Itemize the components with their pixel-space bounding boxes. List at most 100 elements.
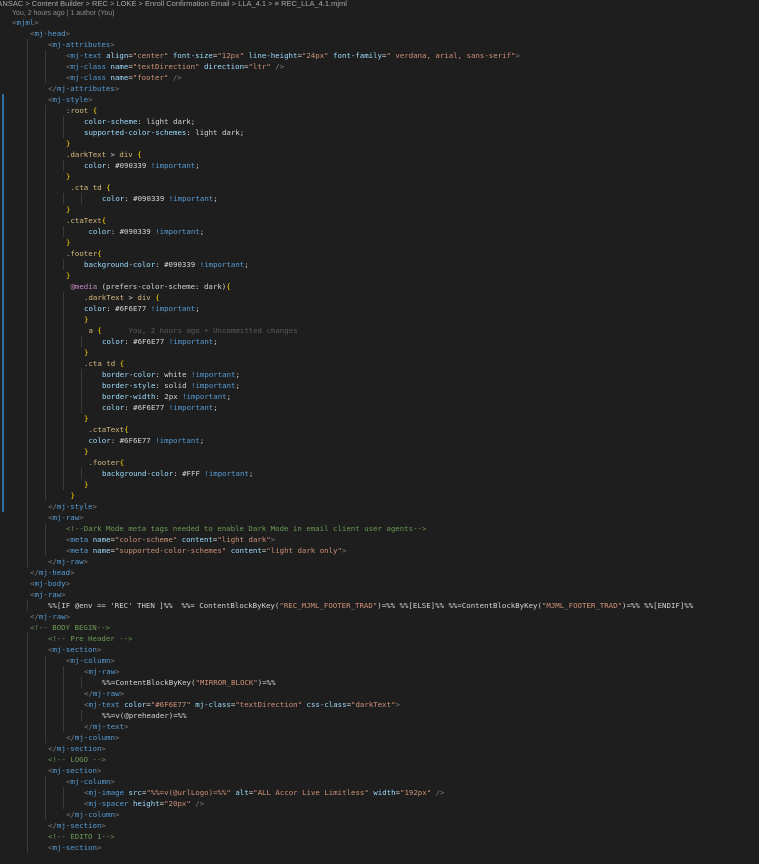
code-line[interactable]: <mj-class name="textDirection" direction…: [0, 61, 759, 72]
git-change-marker[interactable]: [2, 292, 4, 303]
git-change-marker[interactable]: [2, 413, 4, 424]
code-line[interactable]: color-scheme: light dark;: [0, 116, 759, 127]
git-change-marker[interactable]: [2, 281, 4, 292]
code-line[interactable]: <mj-raw>: [0, 512, 759, 523]
git-change-marker[interactable]: [2, 171, 4, 182]
git-change-marker[interactable]: [2, 105, 4, 116]
code-line[interactable]: </mj-attributes>: [0, 83, 759, 94]
code-line[interactable]: border-style: solid !important;: [0, 380, 759, 391]
git-change-marker[interactable]: [2, 226, 4, 237]
code-line[interactable]: <!--Dark Mode meta tags needed to enable…: [0, 523, 759, 534]
git-change-marker[interactable]: [2, 325, 4, 336]
git-change-marker[interactable]: [2, 424, 4, 435]
git-change-marker[interactable]: [2, 314, 4, 325]
code-line[interactable]: <meta name="color-scheme" content="light…: [0, 534, 759, 545]
code-line[interactable]: }: [0, 138, 759, 149]
git-change-marker[interactable]: [2, 160, 4, 171]
code-line[interactable]: .darkText > div {: [0, 292, 759, 303]
code-line[interactable]: }: [0, 479, 759, 490]
code-line[interactable]: </mj-section>: [0, 743, 759, 754]
git-change-marker[interactable]: [2, 435, 4, 446]
git-change-marker[interactable]: [2, 468, 4, 479]
code-line[interactable]: color: #090339 !important;: [0, 193, 759, 204]
code-line[interactable]: @media (prefers-color-scheme: dark){: [0, 281, 759, 292]
code-line[interactable]: <mj-attributes>: [0, 39, 759, 50]
git-change-marker[interactable]: [2, 116, 4, 127]
git-change-marker[interactable]: [2, 347, 4, 358]
code-line[interactable]: %%=v(@preheader)=%%: [0, 710, 759, 721]
code-line[interactable]: supported-color-schemes: light dark;: [0, 127, 759, 138]
git-change-marker[interactable]: [2, 501, 4, 512]
code-line[interactable]: <mj-column>: [0, 655, 759, 666]
code-line[interactable]: }: [0, 446, 759, 457]
code-line[interactable]: <mj-column>: [0, 776, 759, 787]
code-line[interactable]: border-width: 2px !important;: [0, 391, 759, 402]
git-change-marker[interactable]: [2, 94, 4, 105]
code-line[interactable]: <mj-text align="center" font-size="12px"…: [0, 50, 759, 61]
code-line[interactable]: </mj-column>: [0, 809, 759, 820]
code-line[interactable]: <mj-style>: [0, 94, 759, 105]
git-change-marker[interactable]: [2, 358, 4, 369]
code-line[interactable]: <!-- LOGO -->: [0, 754, 759, 765]
code-line[interactable]: border-color: white !important;: [0, 369, 759, 380]
code-line[interactable]: }: [0, 237, 759, 248]
code-line[interactable]: color: #090339 !important;: [0, 160, 759, 171]
code-line[interactable]: }: [0, 314, 759, 325]
code-line[interactable]: <mj-body>: [0, 578, 759, 589]
git-change-marker[interactable]: [2, 248, 4, 259]
code-line[interactable]: }: [0, 413, 759, 424]
code-line[interactable]: <meta name="supported-color-schemes" con…: [0, 545, 759, 556]
git-change-marker[interactable]: [2, 490, 4, 501]
code-line[interactable]: }: [0, 490, 759, 501]
code-line[interactable]: color: #6F6E77 !important;: [0, 303, 759, 314]
git-change-marker[interactable]: [2, 270, 4, 281]
git-change-marker[interactable]: [2, 303, 4, 314]
code-line[interactable]: <mj-head>: [0, 28, 759, 39]
code-line[interactable]: }: [0, 270, 759, 281]
code-line[interactable]: <mj-raw>: [0, 589, 759, 600]
git-change-marker[interactable]: [2, 391, 4, 402]
code-line[interactable]: <mj-section>: [0, 644, 759, 655]
code-line[interactable]: :root {: [0, 105, 759, 116]
code-line[interactable]: </mj-head>: [0, 567, 759, 578]
git-change-marker[interactable]: [2, 402, 4, 413]
git-change-marker[interactable]: [2, 237, 4, 248]
code-line[interactable]: .cta td {: [0, 182, 759, 193]
git-change-marker[interactable]: [2, 204, 4, 215]
code-line[interactable]: }: [0, 204, 759, 215]
code-line[interactable]: </mj-text>: [0, 721, 759, 732]
code-line[interactable]: }: [0, 347, 759, 358]
code-line[interactable]: </mj-column>: [0, 732, 759, 743]
code-line[interactable]: color: #6F6E77 !important;: [0, 402, 759, 413]
code-line[interactable]: .footer{: [0, 248, 759, 259]
code-line[interactable]: </mj-style>: [0, 501, 759, 512]
code-line[interactable]: color: #6F6E77 !important;: [0, 435, 759, 446]
code-line[interactable]: <mj-image src="%%=v(@urlLogo)=%%" alt="A…: [0, 787, 759, 798]
code-line[interactable]: %%=ContentBlockByKey("MIRROR_BLOCK")=%%: [0, 677, 759, 688]
git-change-marker[interactable]: [2, 457, 4, 468]
code-line[interactable]: .footer{: [0, 457, 759, 468]
git-change-marker[interactable]: [2, 215, 4, 226]
code-line[interactable]: </mj-raw>: [0, 688, 759, 699]
git-change-marker[interactable]: [2, 149, 4, 160]
code-line[interactable]: <mj-raw>: [0, 666, 759, 677]
code-line[interactable]: <mj-spacer height="20px" />: [0, 798, 759, 809]
code-line[interactable]: background-color: #090339 !important;: [0, 259, 759, 270]
code-line[interactable]: .ctaText{: [0, 424, 759, 435]
git-change-marker[interactable]: [2, 259, 4, 270]
git-change-marker[interactable]: [2, 193, 4, 204]
code-line[interactable]: </mj-raw>: [0, 556, 759, 567]
git-change-marker[interactable]: [2, 369, 4, 380]
code-line[interactable]: .darkText > div {: [0, 149, 759, 160]
code-line[interactable]: }: [0, 171, 759, 182]
code-line[interactable]: .cta td {: [0, 358, 759, 369]
git-change-marker[interactable]: [2, 446, 4, 457]
code-line[interactable]: background-color: #FFF !important;: [0, 468, 759, 479]
git-change-marker[interactable]: [2, 127, 4, 138]
code-line[interactable]: </mj-section>: [0, 820, 759, 831]
code-line[interactable]: <!-- EDITO 1-->: [0, 831, 759, 842]
code-line[interactable]: <mj-class name="footer" />: [0, 72, 759, 83]
git-change-marker[interactable]: [2, 479, 4, 490]
code-editor[interactable]: <mjml> <mj-head> <mj-attributes> <mj-text a…: [0, 17, 759, 853]
code-line[interactable]: a { You, 2 hours ago • Uncommitted chang…: [0, 325, 759, 336]
